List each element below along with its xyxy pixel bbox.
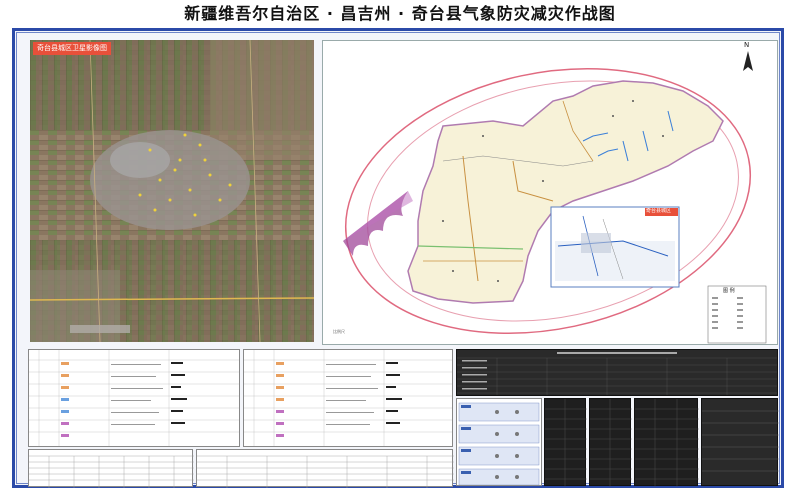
dark-table-c	[634, 398, 699, 487]
county-map-panel: N 奇台县城区 图 例 比例尺	[322, 40, 778, 345]
dark-table-d	[701, 398, 779, 486]
legend-box	[707, 285, 767, 344]
bottom-table-2	[196, 449, 454, 488]
page-title: 新疆维吾尔自治区 · 昌吉州 · 奇台县气象防灾减灾作战图	[184, 4, 616, 23]
dark-data-table	[456, 349, 778, 396]
inset-label: 奇台县城区	[646, 208, 672, 214]
satellite-image-panel: 奇台县城区卫星影像图	[30, 40, 314, 342]
legend-title: 图 例	[723, 288, 735, 294]
satellite-label: 奇台县城区卫星影像图	[33, 42, 111, 55]
county-map	[343, 51, 767, 344]
north-label: N	[744, 41, 750, 49]
bottom-table-1	[28, 449, 194, 488]
north-arrow-icon	[743, 51, 753, 71]
info-table-1	[28, 349, 240, 447]
dark-table-b	[589, 398, 632, 487]
flow-diagram-panel	[456, 398, 542, 486]
scale-text: 比例尺	[333, 329, 345, 334]
info-table-2	[243, 349, 453, 447]
dark-table-a	[544, 398, 587, 487]
satellite-image	[30, 40, 314, 342]
